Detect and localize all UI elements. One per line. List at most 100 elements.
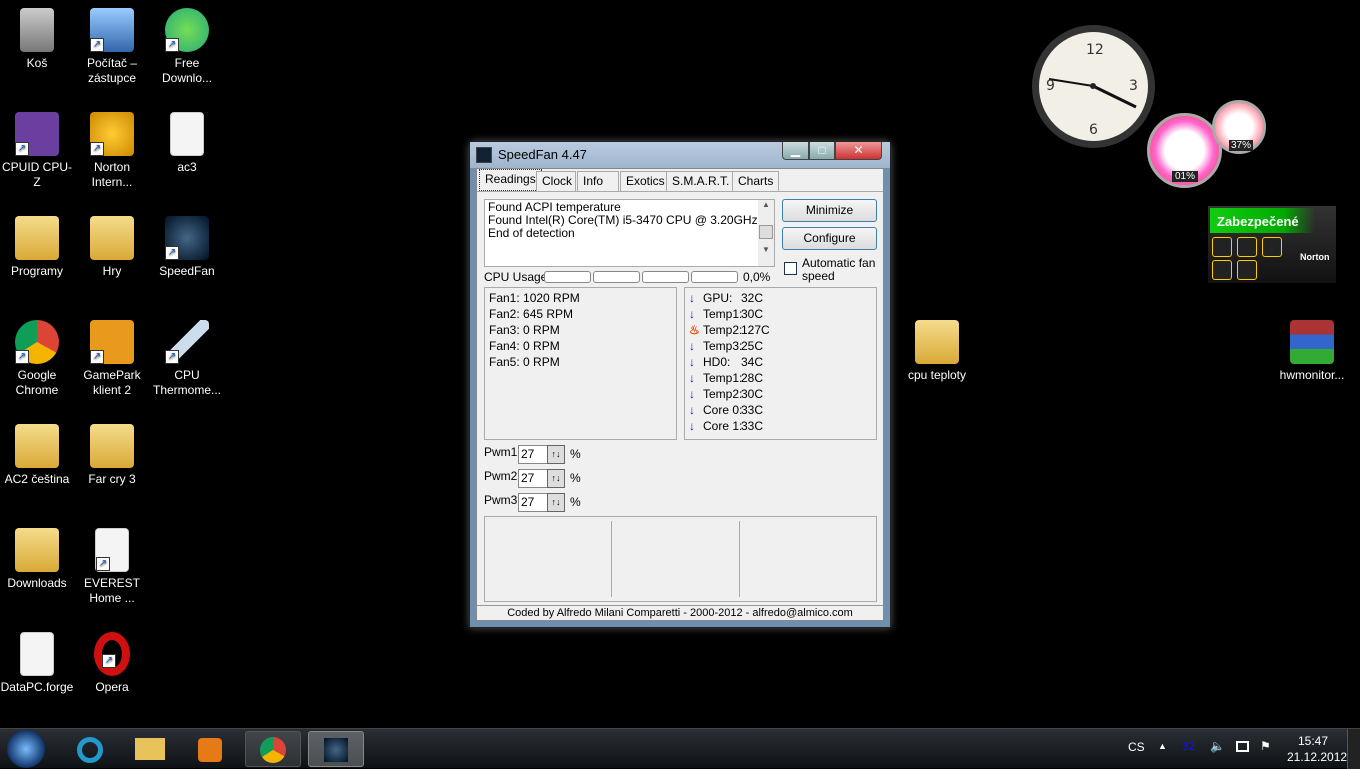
graph-panel (484, 516, 877, 602)
sensor-value: 32C (741, 291, 764, 305)
percent-sign: % (570, 447, 581, 461)
show-desktop-button[interactable] (1347, 729, 1360, 769)
tab-clock[interactable]: Clock (536, 171, 576, 191)
pwm2-control: Pwm2: 27 ↑↓% (484, 469, 581, 489)
tab-charts[interactable]: Charts (732, 171, 780, 191)
sensor-value: 33C (741, 419, 764, 433)
desktop-icon-speedfan[interactable]: ↗ SpeedFan (149, 216, 225, 279)
desktop-icon-downloads[interactable]: Downloads (0, 528, 75, 591)
pwm-label: Pwm3: (484, 493, 521, 507)
recycle-bin-icon (20, 8, 54, 52)
taskbar-internet-explorer[interactable] (62, 731, 118, 767)
show-hidden-icons-button[interactable]: ▲ (1158, 741, 1167, 751)
pwm1-control: Pwm1: 27 ↑↓% (484, 445, 581, 465)
desktop-icon-free-download[interactable]: ↗ Free Downlo... (149, 8, 225, 86)
desktop-icon-cpu-teploty[interactable]: cpu teploty (899, 320, 975, 383)
minimize-button[interactable]: Minimize (782, 199, 877, 222)
temperature-tray-readout[interactable]: 32 (1182, 740, 1195, 753)
fan-reading: Fan2: 645 RPM (489, 307, 574, 321)
tab-info[interactable]: Info (577, 171, 619, 191)
start-button[interactable] (7, 730, 45, 768)
desktop-icon-farcry3[interactable]: Far cry 3 (74, 424, 150, 487)
media-player-icon (198, 738, 222, 762)
taskbar-chrome[interactable] (245, 731, 301, 767)
desktop-icon-hwmonitor[interactable]: hwmonitor... (1274, 320, 1350, 383)
sensor-name: Core 0: (703, 403, 743, 417)
winrar-icon (1290, 320, 1334, 364)
desktop-icon-opera[interactable]: ↗ Opera (74, 632, 150, 695)
log-line: End of detection (488, 226, 575, 240)
chrome-icon (260, 737, 286, 763)
taskbar-speedfan[interactable] (308, 731, 364, 767)
pwm-label: Pwm1: (484, 445, 521, 459)
desktop-icon-everest[interactable]: ↗ EVEREST Home ... (74, 528, 150, 606)
detection-log[interactable]: Found ACPI temperature Found Intel(R) Co… (484, 199, 775, 267)
clock-time[interactable]: 15:47 (1298, 734, 1328, 748)
sensor-name: Temp2: (703, 387, 743, 401)
norton-feature-icon[interactable] (1262, 237, 1282, 257)
language-indicator[interactable]: CS (1128, 740, 1145, 754)
folder-icon (15, 424, 59, 468)
title-bar[interactable]: SpeedFan 4.47 ▁ □ ✕ (470, 142, 890, 168)
desktop-icon-recycle-bin[interactable]: Koš (0, 8, 75, 71)
norton-icon: ↗ (90, 112, 134, 156)
sensor-name: Temp3: (703, 339, 743, 353)
cpu-usage-bar (642, 271, 689, 283)
down-arrow-icon: ↓ (689, 403, 695, 417)
pwm1-input[interactable]: 27 (518, 445, 548, 464)
down-arrow-icon: ↓ (689, 355, 695, 369)
folder-icon (90, 216, 134, 260)
cpu-z-icon: ↗ (15, 112, 59, 156)
action-center-flag-icon[interactable]: ⚑ (1260, 739, 1271, 753)
sensor-value: 34C (741, 355, 764, 369)
folder-icon (915, 320, 959, 364)
network-icon[interactable] (1236, 741, 1249, 752)
speedfan-app-icon (476, 147, 492, 163)
norton-check-icon[interactable] (1212, 260, 1232, 280)
taskbar-explorer[interactable] (122, 731, 178, 767)
desktop-icon-cpu-thermometer[interactable]: ↗ CPU Thermome... (149, 320, 225, 398)
norton-feature-icon[interactable] (1237, 260, 1257, 280)
close-window-button[interactable]: ✕ (835, 142, 882, 160)
pwm2-spinner[interactable]: ↑↓ (547, 469, 565, 488)
desktop-icon-chrome[interactable]: ↗ Google Chrome (0, 320, 75, 398)
fan-reading: Fan1: 1020 RPM (489, 291, 580, 305)
maximize-window-button[interactable]: □ (809, 142, 835, 160)
norton-feature-icon[interactable] (1237, 237, 1257, 257)
temperature-reading: ↓ GPU: 32C (689, 290, 872, 306)
desktop-icon-cpu-z[interactable]: ↗ CPUID CPU-Z (0, 112, 75, 190)
automatic-fan-speed-checkbox[interactable] (784, 262, 797, 275)
desktop-icon-computer[interactable]: ↗ Počítač – zástupce (74, 8, 150, 86)
minimize-window-button[interactable]: ▁ (782, 142, 809, 160)
tab-exotics[interactable]: Exotics (620, 171, 671, 191)
tab-smart[interactable]: S.M.A.R.T. (666, 171, 736, 191)
fan-speeds-panel: Fan1: 1020 RPM Fan2: 645 RPM Fan3: 0 RPM… (484, 287, 677, 440)
norton-gadget[interactable]: Zabezpečené Norton (1208, 206, 1336, 283)
sensor-value: 33C (741, 403, 764, 417)
fan-reading: Fan3: 0 RPM (489, 323, 560, 337)
log-scrollbar[interactable]: ▲ ▼ (758, 200, 774, 266)
desktop-icon-datapc[interactable]: DataPC.forge (0, 632, 75, 695)
pwm2-input[interactable]: 27 (518, 469, 548, 488)
tab-readings[interactable]: Readings (479, 169, 542, 191)
desktop-icon-hry[interactable]: Hry (74, 216, 150, 279)
desktop-icon-ac3[interactable]: ac3 (149, 112, 225, 175)
pwm3-spinner[interactable]: ↑↓ (547, 493, 565, 512)
pwm1-spinner[interactable]: ↑↓ (547, 445, 565, 464)
desktop-icon-norton[interactable]: ↗ Norton Intern... (74, 112, 150, 190)
temperature-reading: ↓ Core 0:33C (689, 402, 872, 418)
pwm3-input[interactable]: 27 (518, 493, 548, 512)
clock-gadget[interactable]: 12 3 6 9 (1032, 25, 1155, 148)
configure-button[interactable]: Configure (782, 227, 877, 250)
clock-date[interactable]: 21.12.2012 (1287, 750, 1347, 764)
volume-icon[interactable]: 🔈 (1210, 739, 1225, 753)
desktop-icon-ac2[interactable]: AC2 čeština (0, 424, 75, 487)
ram-meter-gadget[interactable]: 37% (1212, 100, 1266, 154)
desktop-icon-gamepark[interactable]: ↗ GamePark klient 2 (74, 320, 150, 398)
desktop-icon-programy[interactable]: Programy (0, 216, 75, 279)
cpu-meter-gadget[interactable]: 01% (1147, 113, 1222, 188)
download-manager-icon: ↗ (165, 8, 209, 52)
temperature-reading: ↓ Temp3:25C (689, 338, 872, 354)
taskbar-media-player[interactable] (182, 731, 238, 767)
norton-feature-icon[interactable] (1212, 237, 1232, 257)
